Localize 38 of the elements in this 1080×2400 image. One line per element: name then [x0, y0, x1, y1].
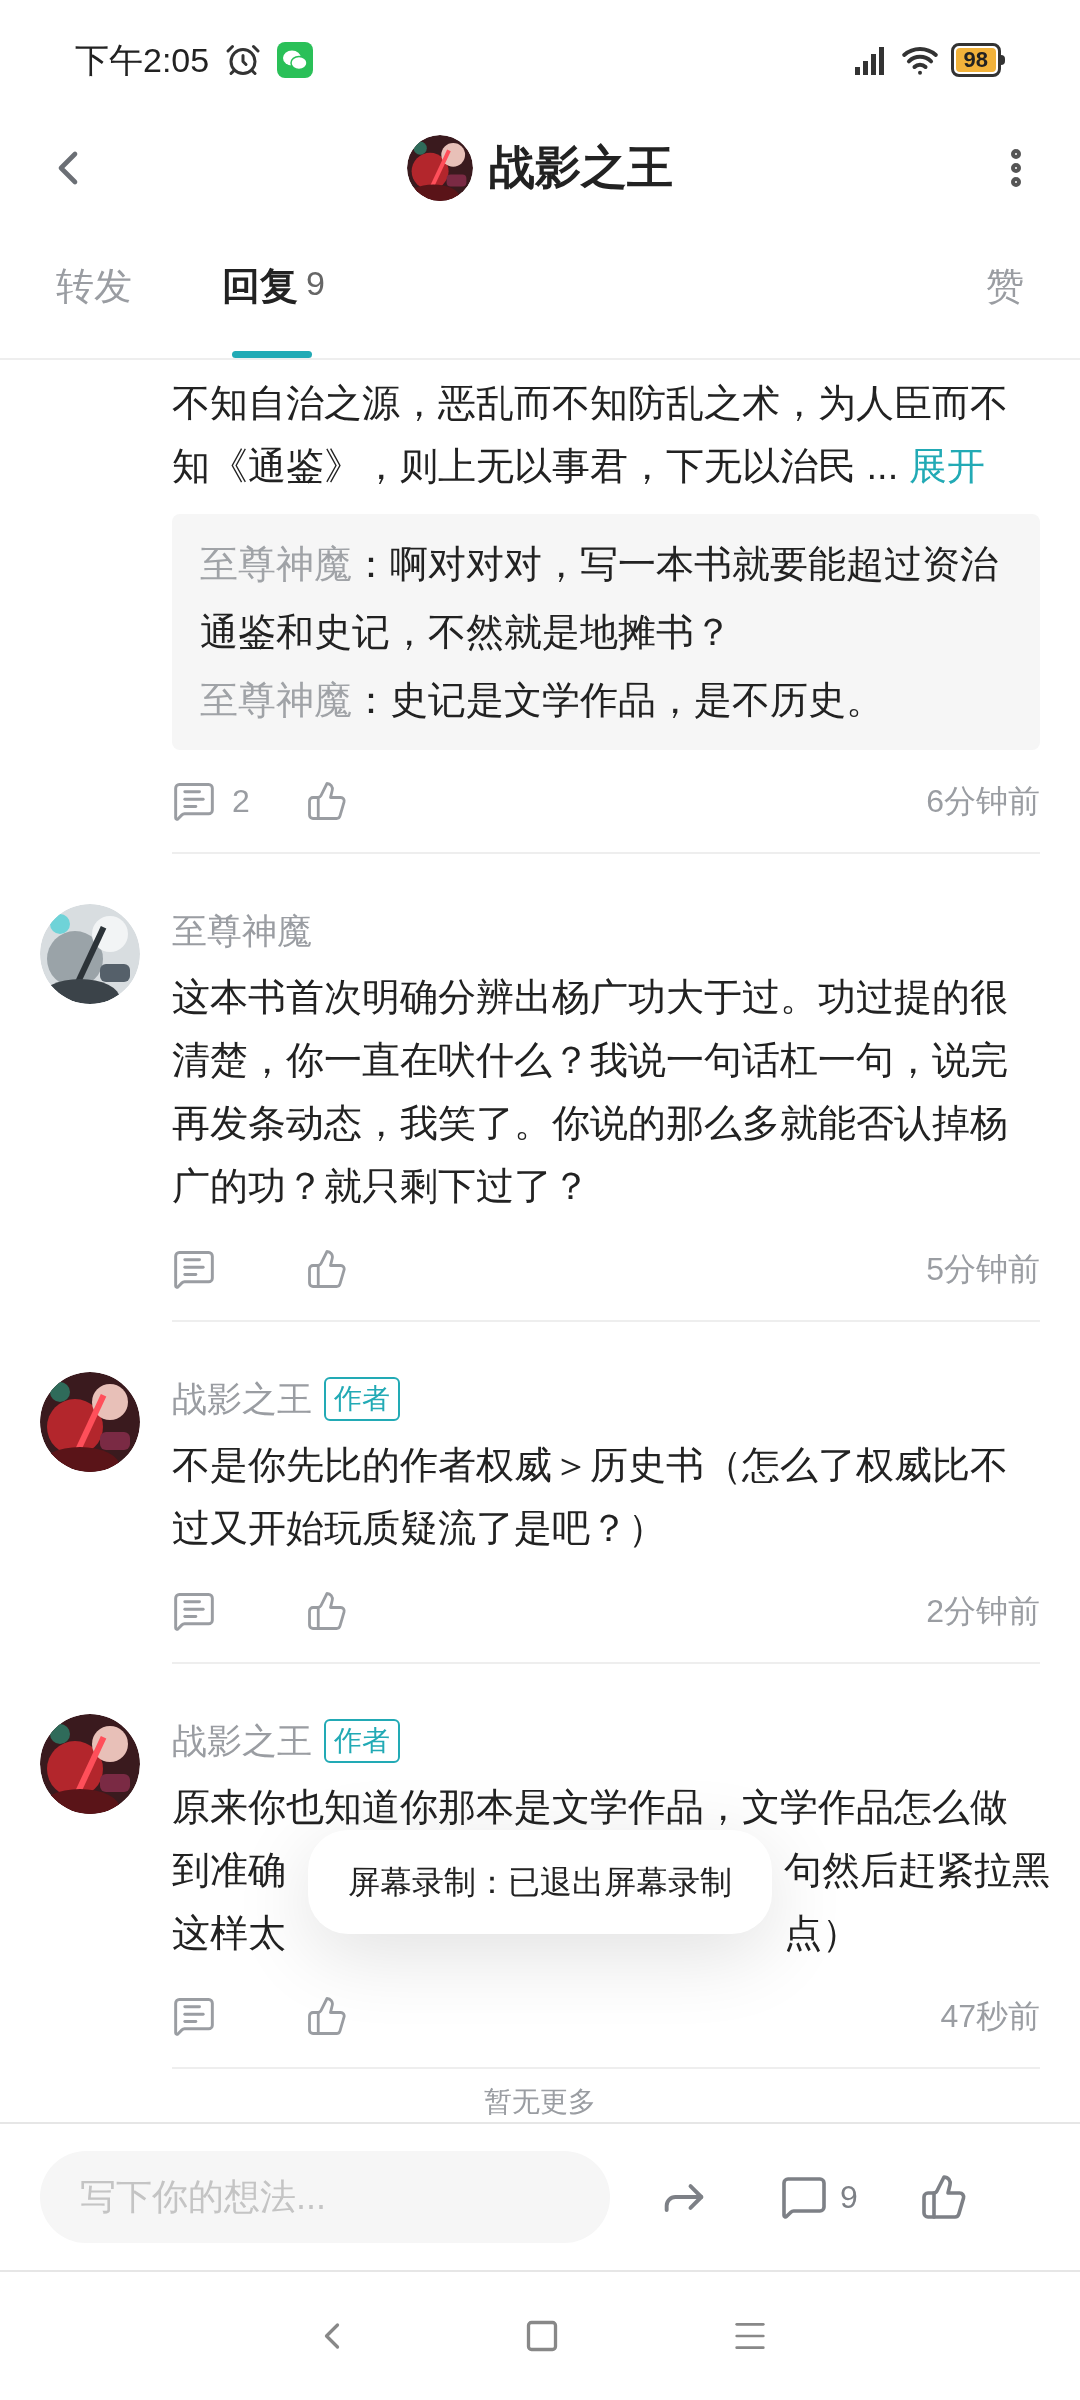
comment-time: 6分钟前	[926, 782, 1040, 821]
comment-text: 不是你先比的作者权威＞历史书（怎么了权威比不过又开始玩质疑流了是吧？）	[172, 1443, 1009, 1551]
expand-link[interactable]: 展开	[898, 445, 985, 487]
reply-text: 至尊神魔：史记是文学作品，是不历史。	[200, 678, 885, 723]
like-icon[interactable]	[305, 780, 348, 822]
alarm-icon	[225, 42, 262, 78]
reply-count: 2	[232, 782, 250, 821]
author-badge: 作者	[324, 1377, 400, 1421]
author-name[interactable]: 战影之王	[172, 1372, 312, 1426]
home-icon[interactable]	[524, 2318, 560, 2354]
tab[interactable]: 回复 9	[222, 258, 325, 358]
comment-text: 这样太	[172, 1911, 286, 1956]
reply-text: 至尊神魔：啊对对对，写一本书就要能超过资治通鉴和史记，不然就是地摊书？	[200, 542, 999, 655]
comment-text: 句然后赶紧拉黑	[784, 1848, 1050, 1893]
chat-app-icon	[277, 42, 314, 78]
comment-time: 5分钟前	[926, 1250, 1040, 1289]
tab[interactable]: 赞	[986, 258, 1024, 358]
like-icon[interactable]	[306, 1590, 348, 1632]
like-icon[interactable]	[306, 1995, 348, 2037]
comment-time: 2分钟前	[926, 1592, 1040, 1631]
comment-time: 47秒前	[940, 1997, 1040, 2036]
tab[interactable]: 转发	[56, 258, 132, 358]
author-badge: 作者	[324, 1719, 400, 1763]
battery-indicator: 98	[950, 43, 1005, 77]
comment-text: 这本书首次明确分辨出杨广功大于过。功过提的很清楚，你一直在吠什么？我说一句话杠一句，说完再发条动态，我笑了。你说的那么多就能否认掉杨广的功？就只剩下过了？	[172, 975, 1009, 1209]
status-time: 下午2:05	[75, 39, 210, 81]
author-name[interactable]: 战影之王	[172, 1714, 312, 1768]
like-icon[interactable]	[306, 1248, 348, 1290]
comment-text: 点）	[784, 1911, 860, 1956]
comment-text: 到准确	[172, 1848, 286, 1893]
toast: 屏幕录制：已退出屏幕录制	[308, 1830, 772, 1934]
comment-text: 原来你也知道你那本是文学作品，文学作品怎么做	[172, 1786, 1008, 1828]
page-title: 战影之王	[489, 140, 673, 195]
like-icon[interactable]	[919, 2173, 968, 2221]
comment-text: 不知自治之源，恶乱而不知防乱之术，为人臣而不知《通鉴》，则上无以事君，下无以治民 ... 展开	[172, 381, 1009, 489]
comment-count: 9	[840, 2178, 858, 2217]
end-note: 暂无更多	[484, 2086, 596, 2117]
author-name[interactable]: 至尊神魔	[172, 904, 312, 958]
